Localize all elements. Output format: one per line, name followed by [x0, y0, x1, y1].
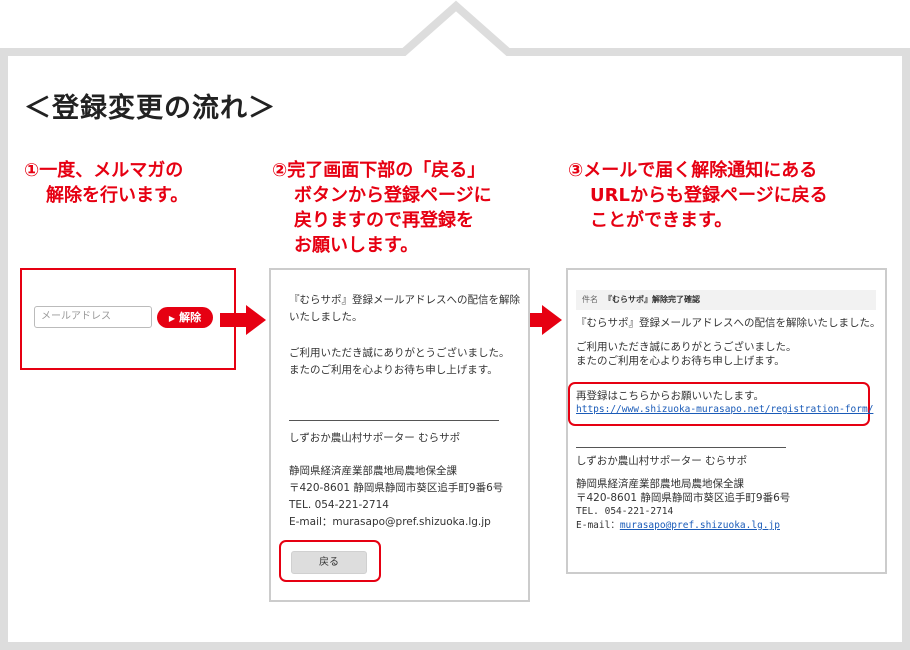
email-org-name: しずおか農山村サポーター むらサポ: [576, 455, 748, 467]
thanks-message: ご利用いただき誠にありがとうございました。 またのご利用を心よりお待ち申し上げま…: [289, 347, 510, 376]
step-1-text: ①一度、メルマガの 解除を行います。: [24, 160, 189, 206]
divider: [576, 447, 786, 448]
email-link[interactable]: murasapo@pref.shizuoka.lg.jp: [620, 520, 780, 531]
org-name: しずおか農山村サポーター むらサポ: [289, 432, 461, 444]
completion-message: 『むらサポ』登録メールアドレスへの配信を解除 いたしました。: [289, 294, 520, 323]
play-triangle-icon: ▶: [168, 314, 176, 323]
back-button[interactable]: 戻る: [291, 551, 367, 574]
divider: [289, 420, 499, 421]
step-3-text: ③メールで届く解除通知にある URLからも登録ページに戻る ことができます。: [568, 160, 828, 231]
arrow-right-icon: [220, 305, 266, 335]
unsubscribe-button[interactable]: ▶ 解除: [157, 307, 213, 328]
step-2-text: ②完了画面下部の「戻る」 ボタンから登録ページに 戻りますので再登録を お願いし…: [272, 160, 492, 256]
page-title: ＜登録変更の流れ＞: [24, 93, 276, 124]
unsubscribe-form-panel: メールアドレス ▶ 解除: [20, 268, 236, 370]
contact-info: 静岡県経済産業部農地局農地保全課 〒420-8601 静岡県静岡市葵区追手町9番…: [289, 465, 504, 528]
reregistration-link[interactable]: https://www.shizuoka-murasapo.net/regist…: [576, 403, 881, 417]
notification-email-panel: 件名 『むらサポ』解除完了確認 『むらサポ』登録メールアドレスへの配信を解除いたし…: [566, 268, 887, 574]
back-button-highlight: 戻る: [279, 540, 381, 582]
email-contact-info: 静岡県経済産業部農地局農地保全課 〒420-8601 静岡県静岡市葵区追手町9番…: [576, 478, 791, 531]
email-subject: 件名 『むらサポ』解除完了確認: [576, 290, 876, 310]
completion-screen-panel: 『むらサポ』登録メールアドレスへの配信を解除 いたしました。 ご利用いただき誠に…: [269, 268, 530, 602]
email-input[interactable]: メールアドレス: [34, 306, 152, 328]
reregistration-text: 再登録はこちらからお願いいたします。: [576, 390, 764, 402]
email-thanks-message: ご利用いただき誠にありがとうございました。 またのご利用を心よりお待ち申し上げま…: [576, 341, 797, 367]
email-body-message: 『むらサポ』登録メールアドレスへの配信を解除いたしました。: [576, 317, 881, 329]
